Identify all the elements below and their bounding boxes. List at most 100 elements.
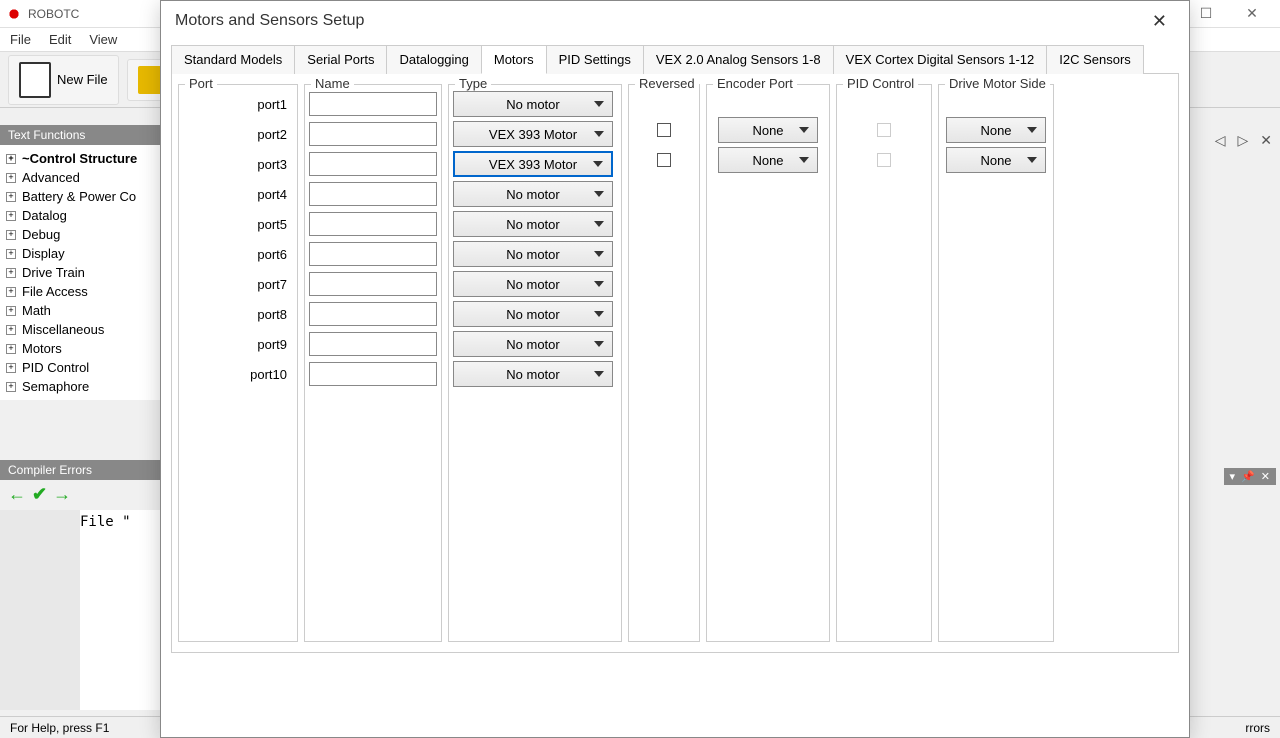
name-input-2[interactable]: [309, 122, 437, 146]
expand-icon[interactable]: +: [6, 306, 16, 316]
drive-dropdown-3[interactable]: None: [946, 147, 1046, 173]
port-label: port5: [183, 217, 293, 232]
caret-down-icon: [594, 221, 604, 227]
pid-column: PID Control: [836, 84, 932, 642]
tab-standard-models[interactable]: Standard Models: [171, 45, 295, 74]
drive-legend: Drive Motor Side: [945, 76, 1050, 91]
port-label: port7: [183, 277, 293, 292]
type-dropdown-7[interactable]: No motor: [453, 271, 613, 297]
tab-datalogging[interactable]: Datalogging: [386, 45, 481, 74]
tab-pid-settings[interactable]: PID Settings: [546, 45, 644, 74]
name-input-6[interactable]: [309, 242, 437, 266]
type-dropdown-9[interactable]: No motor: [453, 331, 613, 357]
tab-vex-digital[interactable]: VEX Cortex Digital Sensors 1-12: [833, 45, 1048, 74]
app-title: ROBOTC: [28, 7, 79, 21]
type-dropdown-6[interactable]: No motor: [453, 241, 613, 267]
pid-legend: PID Control: [843, 76, 918, 91]
panel-pin-icon[interactable]: 📌: [1241, 470, 1255, 483]
expand-icon[interactable]: +: [6, 382, 16, 392]
name-input-10[interactable]: [309, 362, 437, 386]
motors-sensors-dialog: Motors and Sensors Setup ✕ Standard Mode…: [160, 0, 1190, 738]
encoder-dropdown-2[interactable]: None: [718, 117, 818, 143]
panel-controls: ▾ 📌 ✕: [1224, 468, 1276, 485]
status-left: For Help, press F1: [10, 721, 109, 735]
expand-icon[interactable]: +: [6, 344, 16, 354]
code-gutter: [0, 510, 80, 710]
type-dropdown-5[interactable]: No motor: [453, 211, 613, 237]
type-dropdown-2[interactable]: VEX 393 Motor: [453, 121, 613, 147]
tab-close-icon[interactable]: ✕: [1256, 132, 1276, 149]
drive-column: Drive Motor Side None None: [938, 84, 1054, 642]
expand-icon[interactable]: +: [6, 363, 16, 373]
encoder-legend: Encoder Port: [713, 76, 797, 91]
caret-down-icon: [594, 281, 604, 287]
caret-down-icon: [1027, 127, 1037, 133]
menu-file[interactable]: File: [10, 32, 31, 47]
name-input-5[interactable]: [309, 212, 437, 236]
prev-error-icon[interactable]: ←: [8, 484, 26, 505]
tab-serial-ports[interactable]: Serial Ports: [294, 45, 387, 74]
type-dropdown-3[interactable]: VEX 393 Motor: [453, 151, 613, 177]
expand-icon[interactable]: +: [6, 268, 16, 278]
dialog-body: Standard Models Serial Ports Datalogging…: [161, 45, 1189, 663]
port-column: Port port1 port2 port3 port4 port5 port6…: [178, 84, 298, 642]
reversed-column: Reversed: [628, 84, 700, 642]
expand-icon[interactable]: +: [6, 211, 16, 221]
name-column: Name: [304, 84, 442, 642]
encoder-dropdown-3[interactable]: None: [718, 147, 818, 173]
name-input-4[interactable]: [309, 182, 437, 206]
dialog-titlebar: Motors and Sensors Setup ✕: [161, 1, 1189, 41]
maximize-icon[interactable]: ☐: [1192, 5, 1220, 22]
tab-motors[interactable]: Motors: [481, 45, 547, 74]
expand-icon[interactable]: +: [6, 173, 16, 183]
name-legend: Name: [311, 76, 354, 91]
dialog-title: Motors and Sensors Setup: [175, 12, 364, 30]
menu-view[interactable]: View: [89, 32, 117, 47]
panel-close-icon[interactable]: ✕: [1261, 470, 1270, 483]
menu-edit[interactable]: Edit: [49, 32, 71, 47]
app-logo-icon: [6, 6, 22, 22]
expand-icon[interactable]: +: [6, 154, 16, 164]
tab-prev-icon[interactable]: ◁: [1211, 132, 1230, 149]
port-label: port3: [183, 157, 293, 172]
expand-icon[interactable]: +: [6, 192, 16, 202]
new-file-label: New File: [57, 72, 108, 87]
status-right: rrors: [1245, 721, 1270, 735]
name-input-7[interactable]: [309, 272, 437, 296]
type-dropdown-4[interactable]: No motor: [453, 181, 613, 207]
caret-down-icon: [799, 127, 809, 133]
panel-menu-icon[interactable]: ▾: [1230, 470, 1236, 483]
name-input-9[interactable]: [309, 332, 437, 356]
reversed-checkbox-3[interactable]: [657, 153, 671, 167]
type-dropdown-10[interactable]: No motor: [453, 361, 613, 387]
expand-icon[interactable]: +: [6, 325, 16, 335]
caret-down-icon: [594, 251, 604, 257]
caret-down-icon: [594, 131, 604, 137]
check-icon[interactable]: ✔: [32, 484, 47, 505]
expand-icon[interactable]: +: [6, 287, 16, 297]
port-label: port8: [183, 307, 293, 322]
port-label: port2: [183, 127, 293, 142]
caret-down-icon: [594, 311, 604, 317]
dialog-close-icon[interactable]: ✕: [1144, 7, 1175, 36]
name-input-1[interactable]: [309, 92, 437, 116]
name-input-3[interactable]: [309, 152, 437, 176]
expand-icon[interactable]: +: [6, 249, 16, 259]
tab-vex-analog[interactable]: VEX 2.0 Analog Sensors 1-8: [643, 45, 834, 74]
port-label: port9: [183, 337, 293, 352]
name-input-8[interactable]: [309, 302, 437, 326]
caret-down-icon: [594, 341, 604, 347]
close-icon[interactable]: ✕: [1238, 5, 1266, 22]
encoder-column: Encoder Port None None: [706, 84, 830, 642]
type-dropdown-8[interactable]: No motor: [453, 301, 613, 327]
expand-icon[interactable]: +: [6, 230, 16, 240]
new-file-button[interactable]: New File: [8, 55, 119, 105]
tab-next-icon[interactable]: ▷: [1233, 132, 1252, 149]
next-error-icon[interactable]: →: [53, 484, 71, 505]
tab-i2c-sensors[interactable]: I2C Sensors: [1046, 45, 1144, 74]
drive-dropdown-2[interactable]: None: [946, 117, 1046, 143]
port-label: port6: [183, 247, 293, 262]
type-dropdown-1[interactable]: No motor: [453, 91, 613, 117]
reversed-checkbox-2[interactable]: [657, 123, 671, 137]
caret-down-icon: [594, 191, 604, 197]
